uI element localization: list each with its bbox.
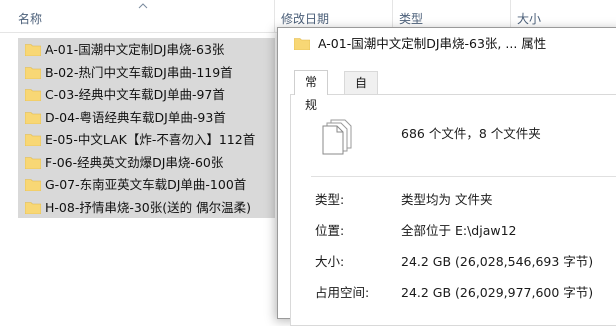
dialog-titlebar[interactable]: A-01-国潮中文定制DJ串烧-63张, ... 属性 [278, 28, 616, 59]
location-value[interactable]: 全部位于 E:\djaw12 [401, 220, 517, 239]
properties-dialog: A-01-国潮中文定制DJ串烧-63张, ... 属性 常规 自定义 686 个… [277, 27, 616, 326]
folder-icon [25, 134, 41, 146]
list-item-label: F-06-经典英文劲爆DJ串烧-60张 [45, 154, 224, 170]
list-item[interactable]: E-05-中文LAK【炸-不喜勿入】112首 20 [18, 128, 297, 151]
list-item[interactable]: F-06-经典英文劲爆DJ串烧-60张 20 [18, 150, 297, 173]
folder-icon [25, 66, 41, 79]
list-item[interactable]: D-04-粤语经典车载DJ单曲-93首 20 [18, 105, 297, 128]
list-item-label: D-04-粤语经典车载DJ单曲-93首 [45, 109, 226, 125]
column-name[interactable]: 名称 [0, 0, 275, 32]
folder-icon [25, 111, 41, 124]
type-value: 类型均为 文件夹 [401, 192, 493, 207]
list-item[interactable]: G-07-东南亚英文车载DJ单曲-100首 20 [18, 173, 297, 196]
divider [311, 176, 616, 177]
type-label: 类型: [315, 192, 345, 207]
list-item-label: A-01-国潮中文定制DJ串烧-63张 [45, 42, 225, 57]
list-item[interactable]: B-02-热门中文车载DJ串曲-119首 20 [18, 60, 297, 83]
list-item-label: B-02-热门中文车载DJ串曲-119首 [45, 64, 233, 80]
tab-general[interactable]: 常规 [294, 70, 329, 112]
file-list: A-01-国潮中文定制DJ串烧-63张 20 B-02-热门中文车载DJ串曲-1… [18, 38, 297, 218]
folder-icon [25, 89, 41, 101]
folder-icon [294, 38, 310, 50]
list-item[interactable]: H-08-抒情串烧-30张(送的 偶尔温柔) 20 [18, 195, 297, 218]
size-on-disk-label: 占用空间: [315, 285, 370, 300]
folder-icon [25, 179, 41, 191]
dialog-title: A-01-国潮中文定制DJ串烧-63张, ... 属性 [318, 36, 547, 51]
list-item-label: C-03-经典中文车载DJ单曲-97首 [45, 87, 225, 102]
list-item-label: H-08-抒情串烧-30张(送的 偶尔温柔) [45, 199, 251, 215]
file-count-summary: 686 个文件，8 个文件夹 [401, 126, 541, 141]
size-label: 大小: [315, 254, 345, 269]
size-on-disk-value[interactable]: 24.2 GB (26,029,977,600 字节) [401, 282, 593, 301]
size-value[interactable]: 24.2 GB (26,028,546,693 字节) [401, 251, 593, 270]
list-item[interactable]: A-01-国潮中文定制DJ串烧-63张 20 [18, 38, 297, 61]
multiple-files-icon [322, 119, 352, 155]
location-label: 位置: [315, 223, 345, 238]
general-panel: 686 个文件，8 个文件夹 类型: 类型均为 文件夹 位置: 全部位于 E:\… [290, 94, 616, 326]
folder-icon [25, 44, 41, 56]
list-item-label: E-05-中文LAK【炸-不喜勿入】112首 [45, 132, 256, 147]
folder-icon [25, 156, 41, 169]
tab-custom[interactable]: 自定义 [344, 71, 379, 136]
list-item[interactable]: C-03-经典中文车载DJ单曲-97首 20 [18, 83, 297, 106]
folder-icon [25, 201, 41, 214]
list-item-label: G-07-东南亚英文车载DJ单曲-100首 [45, 177, 247, 192]
